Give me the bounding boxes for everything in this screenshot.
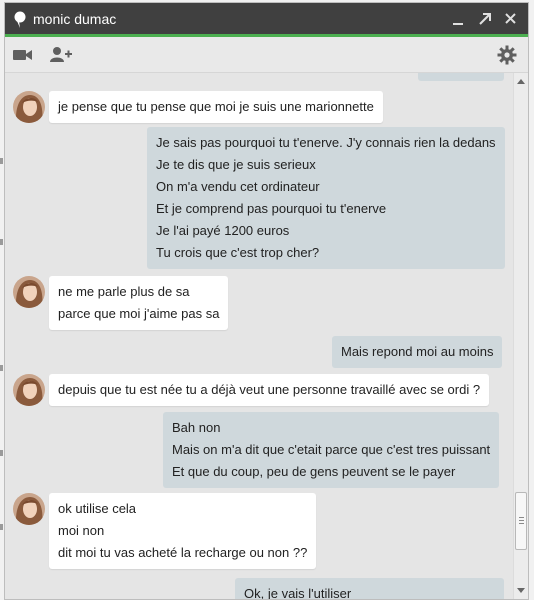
background-edge-mark [0,365,3,371]
message-line: Je sais pas pourquoi tu t'enerve. J'y co… [156,135,496,150]
contact-avatar[interactable] [13,276,45,308]
add-person-icon [50,47,72,62]
message-bubble-incoming: ok utilise cela moi non dit moi tu vas a… [49,493,317,569]
avatar-photo-icon [13,493,45,525]
scrollbar-thumb[interactable] [515,492,527,550]
message-bubble-outgoing: Mais repond moi au moins [332,336,503,368]
background-edge-mark [0,158,3,164]
minimize-icon [453,23,463,25]
message-line: Mais on m'a dit que c'etait parce que c'… [172,442,491,457]
message-line: ok utilise cela [58,501,137,516]
contact-avatar[interactable] [13,91,45,123]
message-line: parce que moi j'aime pas sa [58,306,220,321]
message-line: je pense que tu pense que moi je suis un… [58,99,374,114]
message-bubble-outgoing: Je sais pas pourquoi tu t'enerve. J'y co… [147,127,505,269]
message-line: depuis que tu est née tu a déjà veut une… [58,382,481,397]
avatar-photo-icon [13,374,45,406]
chat-window: monic dumac je pense que tu pense que mo… [4,2,529,600]
background-edge-mark [0,239,3,245]
grip-line [519,523,524,524]
title-bar[interactable]: monic dumac [5,3,528,37]
message-line: moi non [58,523,105,538]
message-line: Bah non [172,420,221,435]
settings-gear-icon [497,45,517,65]
background-edge-mark [0,524,3,530]
message-bubble-outgoing: Bah non Mais on m'a dit que c'etait parc… [163,412,500,488]
message-bubble-incoming: je pense que tu pense que moi je suis un… [49,91,383,123]
video-camera-icon [13,50,32,60]
message-line: Mais repond moi au moins [341,344,494,359]
message-line: Je te dis que je suis serieux [156,157,316,172]
grip-line [519,517,524,518]
close-icon [505,13,516,24]
video-call-button[interactable] [12,45,34,65]
message-bubble-outgoing: Ok, je vais l'utiliser [235,578,504,599]
message-line: ne me parle plus de sa [58,284,190,299]
avatar-photo-icon [13,276,45,308]
settings-button[interactable] [497,45,517,65]
message-bubble-outgoing-partial [418,73,504,81]
message-line: On m'a vendu cet ordinateur [156,179,320,194]
scroll-down-arrow-icon[interactable] [517,588,525,593]
message-bubble-incoming: depuis que tu est née tu a déjà veut une… [49,374,490,406]
popout-button[interactable] [476,10,494,28]
grip-line [519,520,524,521]
chat-toolbar [5,37,528,73]
message-bubble-incoming: ne me parle plus de sa parce que moi j'a… [49,276,229,330]
message-list[interactable]: je pense que tu pense que moi je suis un… [5,73,513,599]
avatar-photo-icon [13,91,45,123]
background-edge-mark [0,450,3,456]
contact-avatar[interactable] [13,374,45,406]
message-line: Ok, je vais l'utiliser [244,586,352,599]
close-button[interactable] [502,10,520,28]
message-line: Et je comprend pas pourquoi tu t'enerve [156,201,387,216]
chat-bubble-icon [14,11,26,28]
chat-title[interactable]: monic dumac [33,11,116,27]
chat-scrollbar[interactable] [513,73,528,599]
scroll-up-arrow-icon[interactable] [517,79,525,84]
add-person-button[interactable] [49,45,73,65]
message-line: Je l'ai payé 1200 euros [156,223,290,238]
message-line: Et que du coup, peu de gens peuvent se l… [172,464,456,479]
contact-avatar[interactable] [13,493,45,525]
message-line: dit moi tu vas acheté la recharge ou non… [58,545,308,560]
minimize-button[interactable] [450,10,468,28]
popout-arrow-icon [479,13,491,25]
message-line: Tu crois que c'est trop cher? [156,245,320,260]
